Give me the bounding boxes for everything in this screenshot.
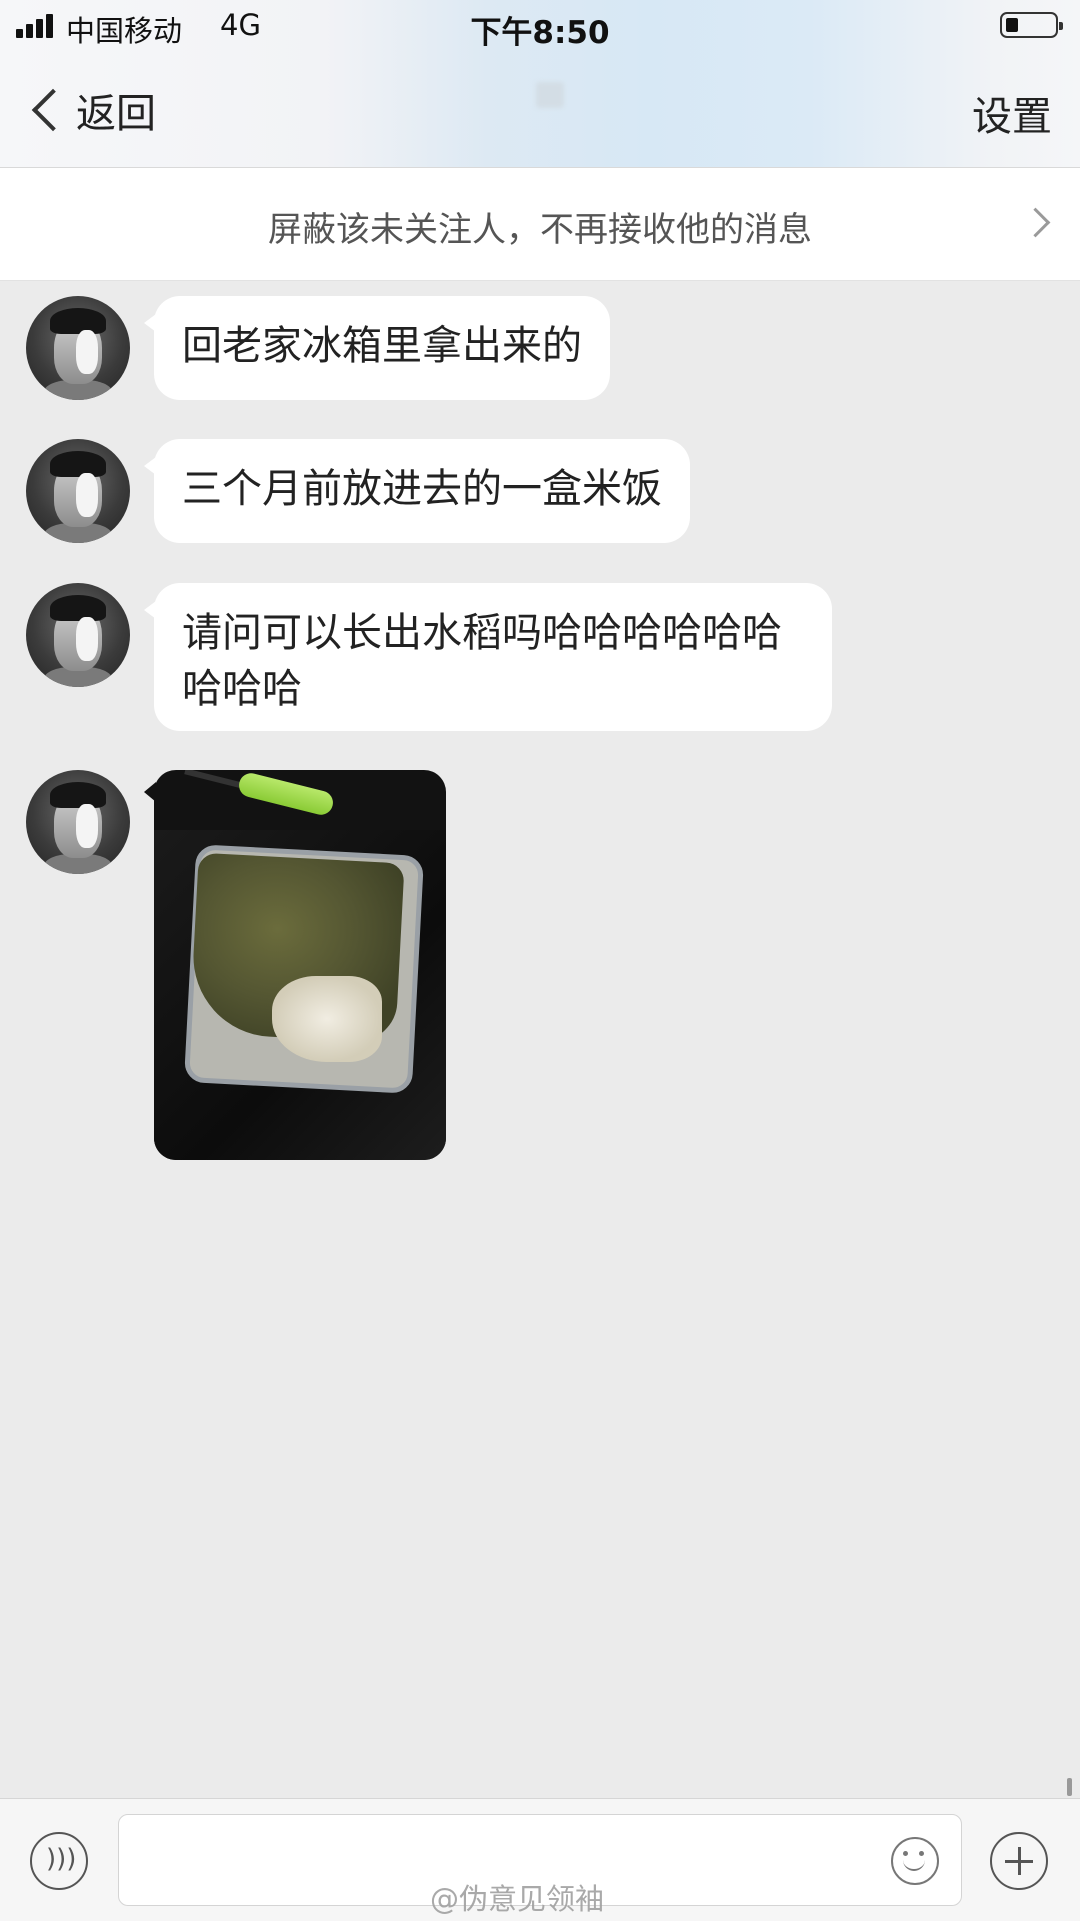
add-attachment-button[interactable] — [990, 1832, 1048, 1890]
settings-button[interactable]: 设置 — [972, 84, 1052, 142]
sender-avatar[interactable] — [26, 770, 130, 874]
blurred-title — [536, 82, 564, 108]
scrollbar[interactable] — [1067, 1778, 1072, 1796]
sender-avatar[interactable] — [26, 296, 130, 400]
emoji-icon[interactable] — [891, 1837, 939, 1885]
chevron-left-icon — [31, 88, 75, 132]
message-bubble[interactable]: 请问可以长出水稻吗哈哈哈哈哈哈哈哈哈 — [144, 583, 832, 731]
back-label: 返回 — [76, 91, 156, 137]
back-button[interactable]: 返回 — [26, 82, 156, 138]
message-bubble[interactable]: 回老家冰箱里拿出来的 — [144, 296, 610, 400]
voice-input-button[interactable]: ))) — [30, 1832, 88, 1890]
message-bubble[interactable]: 三个月前放进去的一盒米饭 — [144, 439, 690, 543]
nav-bar: 返回 设置 — [0, 54, 1080, 166]
battery-icon — [1000, 12, 1063, 38]
status-bar: 中国移动 4G 下午8:50 — [0, 0, 1080, 54]
image-message[interactable] — [154, 770, 446, 1160]
block-user-banner[interactable]: 屏蔽该未关注人，不再接收他的消息 — [0, 168, 1080, 281]
sender-avatar[interactable] — [26, 439, 130, 543]
voice-icon: ))) — [46, 1844, 77, 1874]
block-banner-text: 屏蔽该未关注人，不再接收他的消息 — [268, 210, 812, 250]
watermark: @伪意见领袖 — [430, 1882, 605, 1916]
sender-avatar[interactable] — [26, 583, 130, 687]
status-time: 下午8:50 — [470, 15, 610, 51]
top-header: 中国移动 4G 下午8:50 返回 设置 — [0, 0, 1080, 168]
